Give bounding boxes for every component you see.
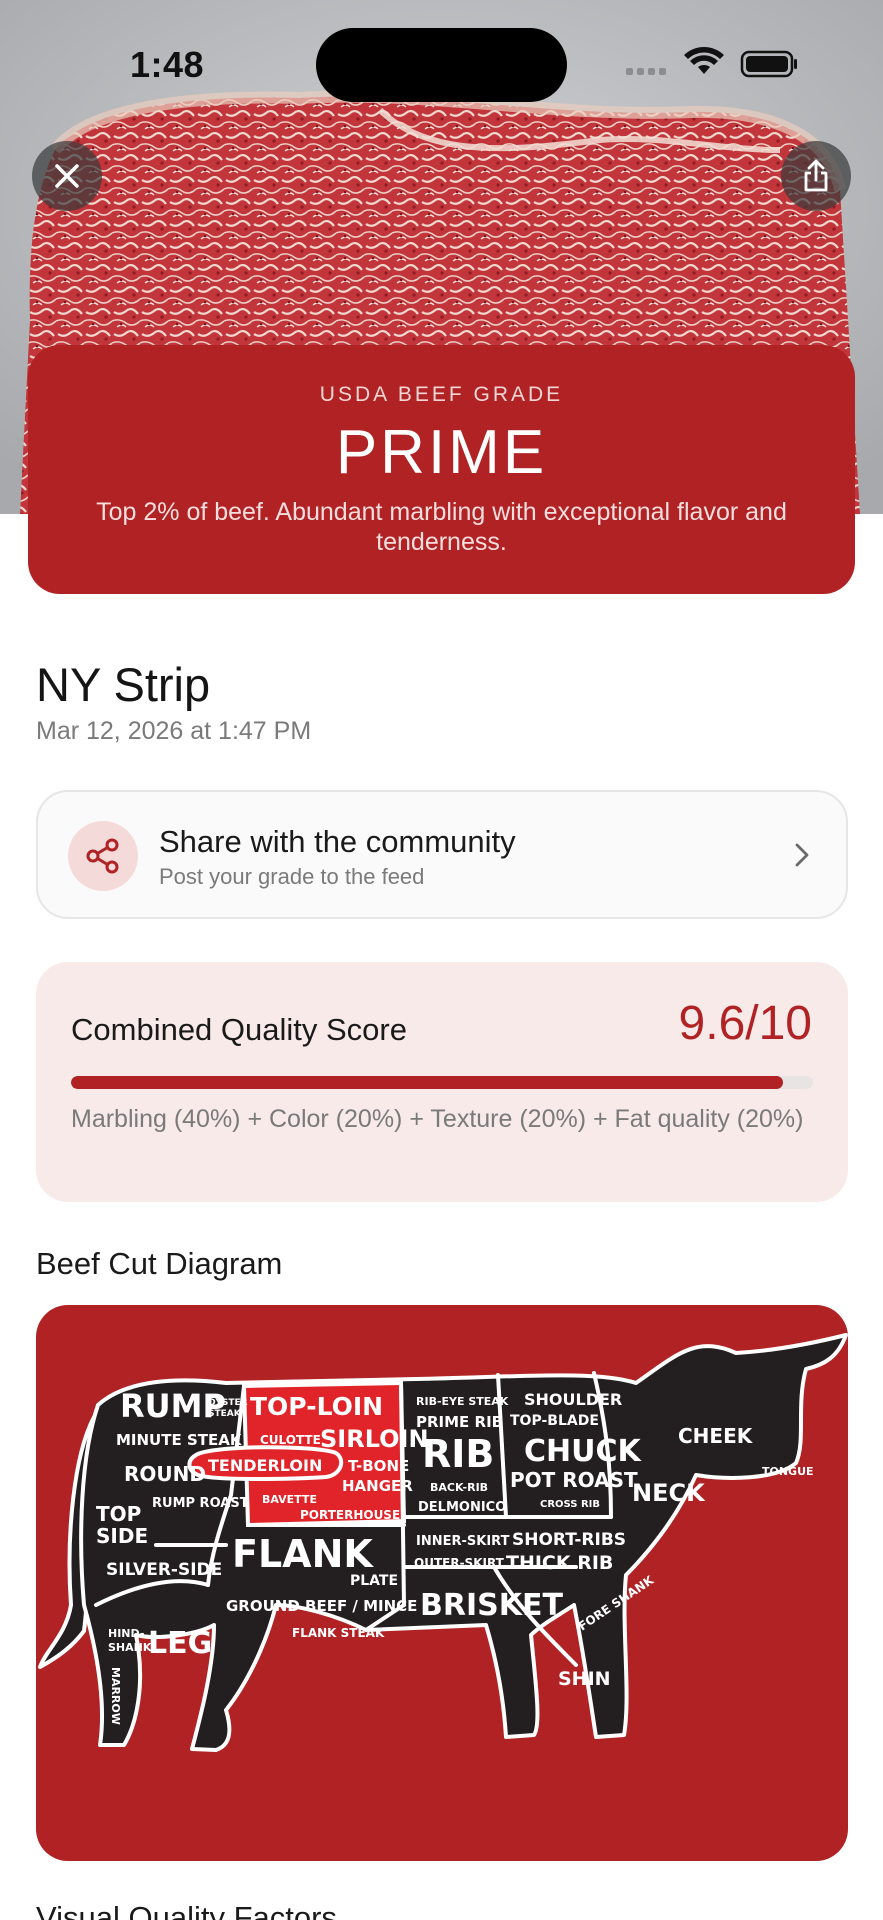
cut-label-sirloin: SIRLOIN	[320, 1425, 429, 1453]
cut-label-marrow: MARROW	[109, 1667, 122, 1725]
quality-score-label: Combined Quality Score	[71, 1012, 407, 1047]
cut-label-inner-skirt: INNER-SKIRT	[416, 1534, 510, 1549]
status-bar: 1:48	[0, 0, 883, 120]
cut-label-shin: SHIN	[558, 1668, 611, 1690]
cut-label-silver-side: SILVER-SIDE	[106, 1560, 222, 1580]
cut-label-tenderloin: TENDERLOIN	[208, 1456, 322, 1475]
battery-icon	[740, 50, 797, 78]
cut-label-tongue: TONGUE	[762, 1465, 814, 1478]
cut-label-minute-steak: MINUTE STEAK	[116, 1431, 243, 1449]
chevron-right-icon	[795, 843, 809, 867]
status-time: 1:48	[130, 44, 205, 85]
cut-label-rib: RIB	[422, 1432, 494, 1476]
cut-label-porterhouse: PORTERHOUSE	[300, 1508, 400, 1522]
cut-label-culotte: CULOTTE	[260, 1433, 321, 1447]
beef-cut-diagram: RUMP OYSTER STEAK MINUTE STEAK ROUND RUM…	[36, 1305, 848, 1861]
cut-label-oyster: OYSTER	[208, 1398, 248, 1408]
status-icons	[626, 47, 797, 78]
close-icon	[55, 164, 79, 188]
cut-label-leg: LEG	[148, 1626, 212, 1661]
cut-label-top-blade: TOP-BLADE	[510, 1413, 599, 1429]
cut-label-flank-steak: FLANK STEAK	[292, 1626, 385, 1640]
cut-label-top-loin: TOP-LOIN	[250, 1392, 383, 1421]
cut-label-cheek: CHEEK	[678, 1424, 754, 1448]
share-upload-icon	[804, 159, 828, 192]
cut-label-plate: PLATE	[350, 1573, 398, 1589]
cut-label-steak: STEAK	[208, 1409, 242, 1419]
cut-label-shank: SHANK	[108, 1641, 152, 1654]
wifi-icon	[684, 47, 724, 74]
quality-score-card: Combined Quality Score 9.6/10 Marbling (…	[36, 962, 848, 1202]
quality-score-formula: Marbling (40%) + Color (20%) + Texture (…	[71, 1105, 804, 1133]
cut-label-cross-rib: CROSS RIB	[540, 1499, 600, 1510]
cut-label-rump-roast: RUMP ROAST	[152, 1496, 249, 1511]
cut-label-neck: NECK	[632, 1479, 706, 1507]
grade-value: PRIME	[335, 418, 548, 487]
share-community-subtitle: Post your grade to the feed	[159, 864, 425, 889]
cut-label-thick-rib: THICK RIB	[506, 1552, 613, 1574]
cellular-signal-icon	[626, 68, 666, 75]
entry-timestamp: Mar 12, 2026 at 1:47 PM	[36, 717, 312, 745]
cut-label-rib-eye-steak: RIB-EYE STEAK	[416, 1395, 509, 1408]
grade-card: USDA BEEF GRADE PRIME Top 2% of beef. Ab…	[28, 345, 855, 594]
share-community-button[interactable]: Share with the community Post your grade…	[36, 790, 848, 919]
cut-label-side: SIDE	[96, 1524, 148, 1548]
grade-description: Top 2% of beef. Abundant marbling with e…	[96, 498, 787, 556]
close-button[interactable]	[32, 141, 102, 211]
cut-label-back-rib: BACK-RIB	[430, 1481, 488, 1494]
cut-label-top: TOP	[96, 1502, 141, 1526]
cut-label-hind: HIND-	[108, 1627, 144, 1640]
diagram-heading: Beef Cut Diagram	[36, 1246, 283, 1281]
cut-label-hanger: HANGER	[342, 1477, 413, 1495]
quality-score-value: 9.6/10	[678, 997, 812, 1050]
cut-label-flank: FLANK	[232, 1532, 374, 1576]
quality-score-bar-fill	[71, 1076, 784, 1089]
cut-label-round: ROUND	[124, 1462, 206, 1486]
visual-quality-factors-heading: Visual Quality Factors	[36, 1900, 337, 1920]
page-title: NY Strip	[36, 658, 211, 711]
share-community-title: Share with the community	[159, 824, 516, 859]
cut-label-short-ribs: SHORT-RIBS	[512, 1530, 626, 1550]
dynamic-island	[316, 28, 567, 102]
cut-label-bavette: BAVETTE	[262, 1493, 317, 1506]
cut-label-t-bone: T-BONE	[348, 1457, 409, 1475]
share-button[interactable]	[781, 141, 851, 211]
cut-label-delmonico: DELMONICO	[418, 1500, 506, 1515]
cow-diagram: RUMP OYSTER STEAK MINUTE STEAK ROUND RUM…	[38, 1333, 848, 1752]
share-nodes-icon	[86, 838, 119, 874]
cut-label-outer-skirt: OUTER-SKIRT	[414, 1556, 505, 1570]
cut-label-prime-rib: PRIME RIB	[416, 1413, 503, 1431]
cut-label-chuck: CHUCK	[524, 1434, 643, 1469]
grade-label: USDA BEEF GRADE	[319, 383, 564, 406]
cut-label-pot-roast: POT ROAST	[510, 1468, 638, 1492]
quality-score-bar	[71, 1076, 813, 1089]
share-icon-badge	[68, 821, 138, 891]
cut-label-shoulder: SHOULDER	[524, 1390, 622, 1409]
cut-label-ground-beef: GROUND BEEF / MINCE	[226, 1597, 417, 1615]
cut-label-brisket: BRISKET	[420, 1588, 563, 1623]
